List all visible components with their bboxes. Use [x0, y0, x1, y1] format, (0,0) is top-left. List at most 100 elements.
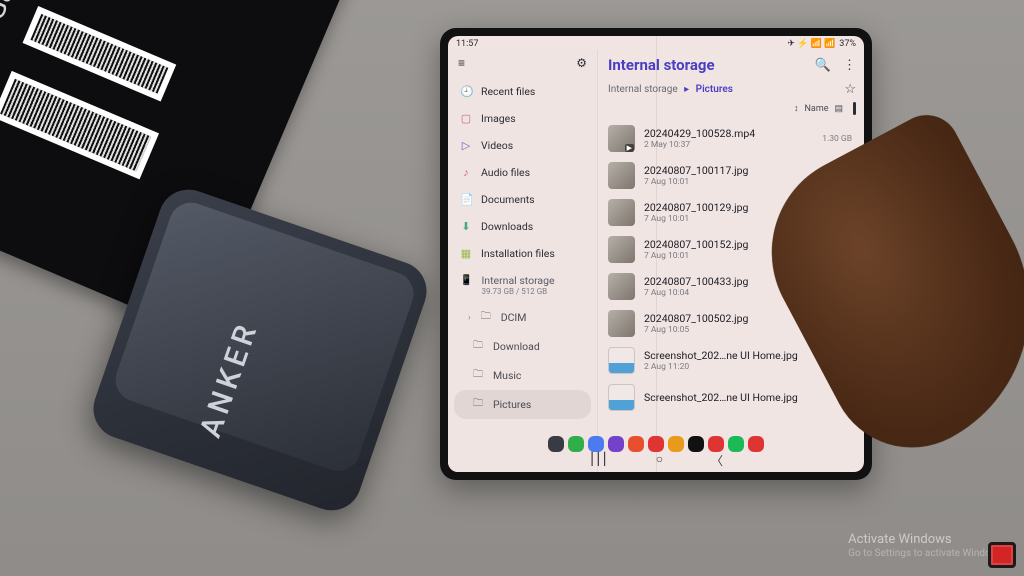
- file-row[interactable]: 20240807_100152.jpg 7 Aug 10:01 3.96 MB: [608, 231, 858, 268]
- breadcrumb[interactable]: Internal storage ▸ Pictures: [608, 84, 733, 95]
- file-size: 3.68 MB: [821, 319, 856, 329]
- file-thumbnail: [608, 236, 635, 263]
- watermark-title: Activate Windows: [848, 532, 1006, 548]
- sidebar-item-label: Installation files: [481, 247, 555, 260]
- taskbar[interactable]: [448, 436, 864, 452]
- nav-home-icon[interactable]: ○: [656, 452, 663, 469]
- file-timestamp: 7 Aug 10:05: [644, 325, 812, 335]
- sidebar-item-audio[interactable]: ♪ Audio files: [448, 159, 597, 186]
- status-battery: 37%: [839, 39, 856, 49]
- more-options-icon[interactable]: ⋮: [843, 58, 856, 73]
- file-name: 20240807_100433.jpg: [644, 275, 812, 288]
- file-thumbnail: [608, 162, 635, 189]
- settings-icon[interactable]: ⚙: [576, 56, 587, 70]
- file-name: 20240429_100528.mp4: [644, 127, 813, 140]
- sidebar-item-label: Downloads: [481, 220, 533, 233]
- folder-icon: 🗀: [472, 396, 484, 413]
- clock-icon: 🕘: [460, 85, 472, 98]
- sidebar-folder-pictures[interactable]: 🗀 Pictures: [454, 390, 591, 419]
- file-row[interactable]: 20240429_100528.mp4 2 May 10:37 1.30 GB: [608, 120, 858, 157]
- audio-icon: ♪: [460, 166, 472, 179]
- status-bar: 11:57 ✈ ⚡ 📶 📶 37%: [448, 36, 864, 50]
- folder-icon: 🗀: [480, 309, 492, 326]
- folder-icon: 🗀: [472, 338, 484, 355]
- nav-back-icon[interactable]: 〈: [711, 452, 723, 469]
- file-name: Screenshot_202…ne UI Home.jpg: [644, 349, 843, 362]
- sidebar-item-label: Videos: [481, 139, 513, 152]
- file-row[interactable]: 20240807_100433.jpg 7 Aug 10:04 2.77 MB: [608, 268, 858, 305]
- view-toggle-icon[interactable]: ▤: [834, 104, 843, 114]
- nav-bar: ⎮⎮⎮ ○ 〈: [448, 452, 864, 469]
- download-icon: ⬇: [460, 220, 472, 233]
- file-row[interactable]: Screenshot_202…ne UI Home.jpg: [608, 379, 858, 416]
- taskbar-app-icon[interactable]: [648, 436, 664, 452]
- file-timestamp: 7 Aug 10:01: [644, 177, 843, 187]
- breadcrumb-current[interactable]: Pictures: [696, 84, 733, 95]
- status-icons-icon: ✈ ⚡ 📶 📶: [787, 39, 835, 49]
- channel-badge-icon: [988, 542, 1016, 568]
- folder-label: DCIM: [501, 311, 527, 324]
- favorite-star-icon[interactable]: ☆: [844, 82, 856, 97]
- sidebar-folder-dcim[interactable]: › 🗀 DCIM: [448, 303, 597, 332]
- nav-recents-icon[interactable]: ⎮⎮⎮: [589, 452, 608, 469]
- folder-label: Download: [493, 340, 540, 353]
- video-icon: ▷: [460, 139, 472, 152]
- page-title: Internal storage: [608, 56, 715, 74]
- file-name: 20240807_100117.jpg: [644, 164, 843, 177]
- scroll-thumb[interactable]: [853, 102, 856, 115]
- sidebar-item-documents[interactable]: 📄 Documents: [448, 186, 597, 213]
- folder-icon: 🗀: [472, 367, 484, 384]
- sort-icon[interactable]: ↕: [794, 103, 799, 114]
- file-thumbnail: [608, 273, 635, 300]
- taskbar-app-icon[interactable]: [748, 436, 764, 452]
- sidebar-item-recent[interactable]: 🕘 Recent files: [448, 78, 597, 105]
- file-name: 20240807_100152.jpg: [644, 238, 812, 251]
- chevron-right-icon: ▸: [680, 84, 693, 95]
- storage-usage: 39.73 GB / 512 GB: [481, 287, 554, 296]
- taskbar-app-icon[interactable]: [588, 436, 604, 452]
- file-size: 3.96 MB: [821, 245, 856, 255]
- breadcrumb-root[interactable]: Internal storage: [608, 84, 678, 95]
- watermark-sub: Go to Settings to activate Windows.: [848, 548, 1006, 560]
- sidebar-internal-storage[interactable]: 📱 Internal storage 39.73 GB / 512 GB: [448, 267, 597, 303]
- taskbar-app-icon[interactable]: [728, 436, 744, 452]
- sidebar-item-label: Audio files: [481, 166, 530, 179]
- taskbar-app-icon[interactable]: [668, 436, 684, 452]
- phone-icon: 📱: [460, 275, 472, 286]
- file-thumbnail: [608, 199, 635, 226]
- file-row[interactable]: Screenshot_202…ne UI Home.jpg 2 Aug 11:2…: [608, 342, 858, 379]
- taskbar-app-icon[interactable]: [628, 436, 644, 452]
- sidebar-item-videos[interactable]: ▷ Videos: [448, 132, 597, 159]
- search-icon[interactable]: 🔍: [815, 58, 831, 73]
- sidebar-item-installation-files[interactable]: ▦ Installation files: [448, 240, 597, 267]
- sort-label[interactable]: Name: [805, 104, 829, 114]
- file-thumbnail: [608, 125, 635, 152]
- file-row[interactable]: 20240807_100117.jpg 7 Aug 10:01: [608, 157, 858, 194]
- taskbar-app-icon[interactable]: [548, 436, 564, 452]
- taskbar-app-icon[interactable]: [708, 436, 724, 452]
- sidebar-folder-music[interactable]: 🗀 Music: [448, 361, 597, 390]
- device-screen: 11:57 ✈ ⚡ 📶 📶 37% ≡ ⚙ 🕘 Recent files: [448, 36, 864, 472]
- sidebar-folder-download[interactable]: 🗀 Download: [448, 332, 597, 361]
- sidebar-item-downloads[interactable]: ⬇ Downloads: [448, 213, 597, 240]
- powerbank-brand: ANKER: [193, 316, 265, 442]
- file-list[interactable]: 20240429_100528.mp4 2 May 10:37 1.30 GB …: [608, 120, 858, 472]
- tablet-frame: 11:57 ✈ ⚡ 📶 📶 37% ≡ ⚙ 🕘 Recent files: [440, 28, 872, 480]
- file-row[interactable]: 20240807_100502.jpg 7 Aug 10:05 3.68 MB: [608, 305, 858, 342]
- status-time: 11:57: [456, 39, 478, 49]
- taskbar-app-icon[interactable]: [608, 436, 624, 452]
- sidebar: ≡ ⚙ 🕘 Recent files ▢ Images ▷ Videos: [448, 50, 598, 472]
- chevron-right-icon: ›: [468, 313, 471, 323]
- document-icon: 📄: [460, 193, 472, 206]
- taskbar-app-icon[interactable]: [688, 436, 704, 452]
- hamburger-menu-icon[interactable]: ≡: [458, 56, 465, 70]
- sidebar-item-images[interactable]: ▢ Images: [448, 105, 597, 132]
- apk-icon: ▦: [460, 247, 472, 260]
- file-name: 20240807_100502.jpg: [644, 312, 812, 325]
- file-row[interactable]: 20240807_100129.jpg 7 Aug 10:01 4.05 MB: [608, 194, 858, 231]
- file-size: 1.30 GB: [822, 134, 856, 144]
- file-thumbnail: [608, 347, 635, 374]
- taskbar-app-icon[interactable]: [568, 436, 584, 452]
- file-timestamp: 2 May 10:37: [644, 140, 813, 150]
- file-timestamp: 7 Aug 10:01: [644, 251, 812, 261]
